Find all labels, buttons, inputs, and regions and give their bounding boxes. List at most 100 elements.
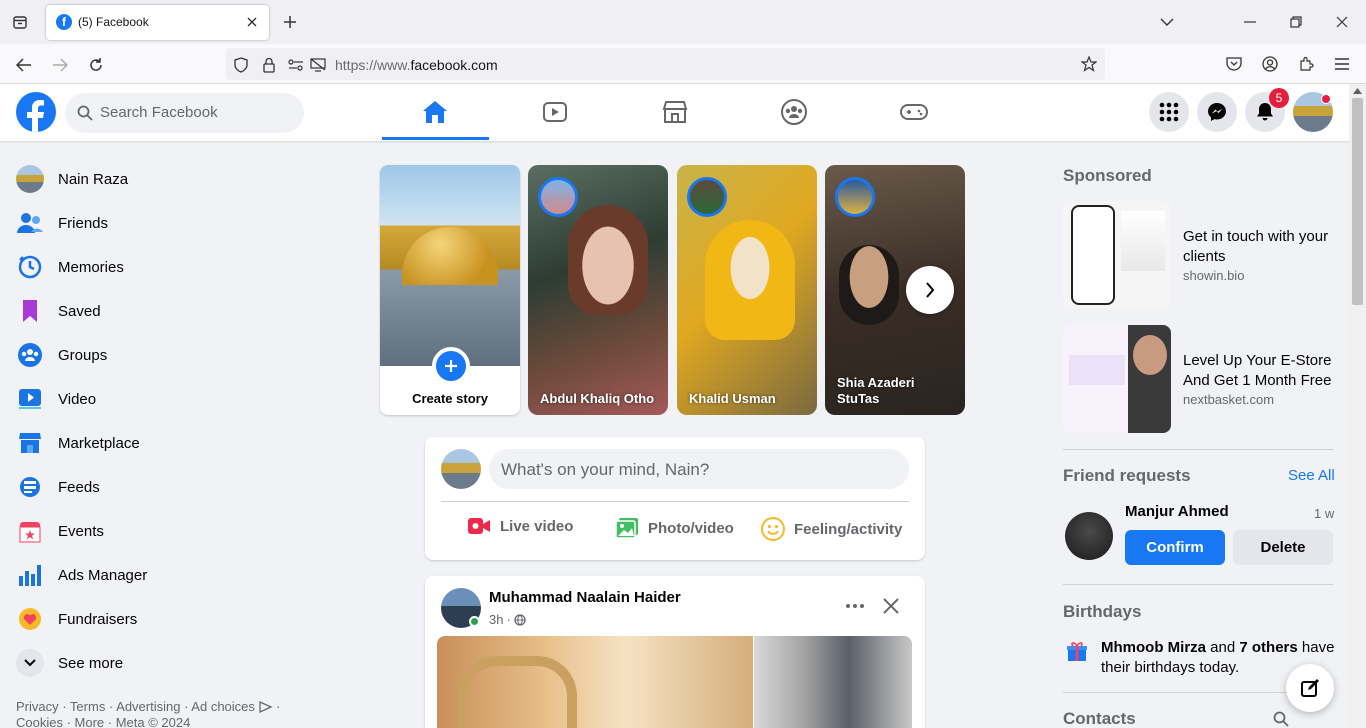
messenger-button[interactable] — [1197, 92, 1237, 132]
composer-input[interactable]: What's on your mind, Nain? — [489, 449, 909, 489]
request-avatar[interactable] — [1065, 512, 1113, 560]
contacts-heading: Contacts — [1063, 709, 1136, 728]
ads-manager-icon — [16, 561, 44, 589]
stories-next-button[interactable] — [906, 266, 954, 314]
friends-icon — [16, 209, 44, 237]
sidebar-item-feeds[interactable]: Feeds — [8, 465, 348, 509]
feeling-activity-button[interactable]: Feeling/activity — [761, 517, 902, 541]
story-card[interactable]: Abdul Khaliq Otho — [528, 165, 668, 415]
shield-icon[interactable] — [231, 55, 251, 75]
tab-video[interactable] — [502, 84, 608, 140]
photo-video-button[interactable]: Photo/video — [615, 517, 734, 539]
tab-list-icon[interactable] — [8, 10, 32, 34]
forward-arrow-icon[interactable] — [48, 53, 72, 77]
bookmark-star-icon[interactable] — [1079, 54, 1099, 74]
sidebar-item-see-more[interactable]: See more — [8, 641, 348, 685]
sidebar-item-marketplace[interactable]: Marketplace — [8, 421, 348, 465]
story-card[interactable]: Khalid Usman — [677, 165, 817, 415]
facebook-logo-icon[interactable] — [16, 92, 56, 132]
sidebar-item-friends[interactable]: Friends — [8, 201, 348, 245]
page-scrollbar-thumb[interactable] — [1352, 98, 1363, 305]
back-arrow-icon[interactable] — [12, 53, 36, 77]
account-icon[interactable] — [1260, 54, 1280, 74]
hide-post-icon[interactable] — [875, 592, 907, 620]
reload-icon[interactable] — [84, 53, 108, 77]
ad-title[interactable]: Get in touch with your clients — [1183, 227, 1333, 267]
sidebar-item-profile[interactable]: Nain Raza — [8, 157, 348, 201]
scroll-up-icon[interactable] — [1352, 86, 1363, 96]
new-tab-icon[interactable] — [280, 12, 300, 32]
sidebar-item-ads-manager[interactable]: Ads Manager — [8, 553, 348, 597]
chevron-down-icon — [16, 649, 44, 677]
sidebar-item-label: Feeds — [58, 478, 100, 496]
menu-button[interactable] — [1149, 92, 1189, 132]
confirm-button[interactable]: Confirm — [1125, 530, 1225, 565]
tab-overflow-chevron-icon[interactable] — [1157, 12, 1177, 32]
tab-groups[interactable] — [741, 84, 847, 140]
permissions-icon[interactable] — [286, 55, 306, 75]
tab-gaming[interactable] — [861, 84, 967, 140]
groups-icon — [16, 341, 44, 369]
video-watch-icon — [543, 102, 567, 122]
url-text[interactable]: https://www.facebook.com — [335, 57, 498, 73]
close-window-icon[interactable] — [1332, 12, 1352, 32]
sidebar-item-fundraisers[interactable]: Fundraisers — [8, 597, 348, 641]
sidebar-item-label: Friends — [58, 214, 109, 232]
delete-button[interactable]: Delete — [1233, 530, 1333, 565]
create-story-label: Create story — [412, 391, 488, 406]
ad-image[interactable] — [1063, 201, 1171, 309]
create-story-plus-icon[interactable] — [432, 347, 470, 385]
ad-image[interactable] — [1063, 325, 1171, 433]
extensions-icon[interactable] — [1296, 54, 1316, 74]
section-divider — [1063, 584, 1333, 585]
minimize-window-icon[interactable] — [1240, 12, 1260, 32]
ad-title[interactable]: Level Up Your E-Store And Get 1 Month Fr… — [1183, 351, 1343, 391]
post-time[interactable]: 3h — [489, 612, 503, 627]
composer-avatar[interactable] — [441, 449, 481, 489]
browser-tab[interactable]: f (5) Facebook — [46, 5, 269, 40]
post-image[interactable] — [437, 636, 753, 728]
post-author-name[interactable]: Muhammad Naalain Haider — [489, 589, 681, 606]
pocket-icon[interactable] — [1224, 54, 1244, 74]
footer-links-line2[interactable]: Cookies · More · Meta © 2024 — [16, 715, 190, 728]
events-icon — [16, 517, 44, 545]
close-tab-icon[interactable] — [242, 12, 262, 32]
sidebar-item-memories[interactable]: Memories — [8, 245, 348, 289]
request-age: 1 w — [1314, 506, 1335, 521]
sidebar-item-saved[interactable]: Saved — [8, 289, 348, 333]
ad-person-shape — [1133, 335, 1167, 375]
video-icon — [16, 385, 44, 413]
create-story-card[interactable]: Create story — [380, 165, 520, 415]
dome-shape — [402, 227, 498, 285]
see-all-link[interactable]: See All — [1288, 467, 1335, 484]
phone-mockup-shape — [1071, 205, 1115, 305]
ad-text-block — [1069, 355, 1125, 385]
gift-icon — [1066, 640, 1088, 662]
search-box[interactable]: Search Facebook — [65, 93, 304, 133]
sidebar-item-video[interactable]: Video — [8, 377, 348, 421]
sidebar-item-label: Marketplace — [58, 434, 140, 452]
sidebar-item-groups[interactable]: Groups — [8, 333, 348, 377]
tab-marketplace[interactable] — [622, 84, 728, 140]
groups-nav-icon — [781, 99, 807, 125]
request-name[interactable]: Manjur Ahmed — [1125, 503, 1229, 520]
menu-hamburger-icon[interactable] — [1332, 54, 1352, 74]
more-options-icon[interactable] — [839, 592, 871, 620]
new-message-button[interactable] — [1286, 664, 1334, 712]
gaming-controller-icon — [900, 104, 928, 120]
footer-links[interactable]: Privacy · Terms · Advertising · Ad choic… — [16, 699, 255, 714]
lock-icon[interactable] — [259, 55, 279, 75]
online-status-dot — [469, 616, 480, 627]
post-image[interactable] — [754, 636, 912, 728]
live-video-button[interactable]: Live video — [467, 517, 573, 535]
tab-home[interactable] — [382, 84, 488, 140]
contacts-search-icon[interactable] — [1273, 711, 1289, 727]
sidebar-item-events[interactable]: Events — [8, 509, 348, 553]
tab-title: (5) Facebook — [78, 15, 149, 29]
notification-badge: 5 — [1269, 88, 1289, 108]
screen-share-icon[interactable] — [308, 55, 328, 75]
sidebar-item-label: See more — [58, 654, 124, 672]
footer-links-line1[interactable]: Privacy · Terms · Advertising · Ad choic… — [16, 699, 280, 714]
restore-window-icon[interactable] — [1286, 12, 1306, 32]
search-icon — [77, 105, 93, 121]
